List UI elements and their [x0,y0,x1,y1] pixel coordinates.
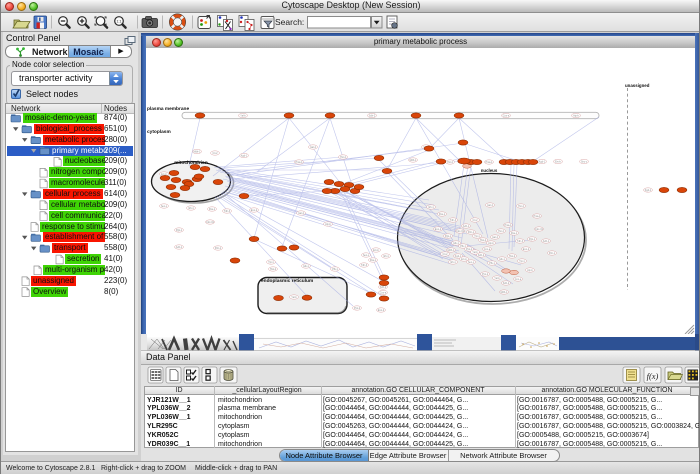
svg-text:Tpi-1: Tpi-1 [519,260,525,263]
svg-text:Kgd-1: Kgd-1 [645,189,652,192]
svg-text:Pgk-1: Pgk-1 [529,238,536,241]
svg-text:Fba-1: Fba-1 [511,232,518,235]
svg-text:Idh-1: Idh-1 [188,207,194,210]
svg-text:Fba-1: Fba-1 [209,208,216,211]
svg-text:Tdh-3: Tdh-3 [450,219,457,222]
svg-text:Sdh-2: Sdh-2 [478,254,485,257]
svg-text:Adh-1: Adh-1 [543,240,550,243]
svg-text:Sdh-2: Sdh-2 [380,286,387,289]
svg-text:endoplasmic reticulum: endoplasmic reticulum [261,278,313,284]
svg-text:Hxt-4: Hxt-4 [498,230,504,233]
svg-text:f(x): f(x) [647,371,659,381]
svg-text:Sec-c: Sec-c [161,205,168,208]
svg-text:Erv-b: Erv-b [461,258,467,261]
svg-text:plasma membrane: plasma membrane [147,106,189,112]
svg-text:Tdh-3: Tdh-3 [361,264,368,267]
svg-text:Hxt-4: Hxt-4 [340,156,346,159]
svg-text:Fba-1: Fba-1 [439,213,446,216]
svg-text:Pma-1: Pma-1 [533,215,541,218]
svg-text:cytoplasm: cytoplasm [147,129,171,135]
svg-text:Mdh-1: Mdh-1 [501,291,508,294]
svg-text:Cit-2: Cit-2 [442,253,448,256]
svg-text:Yal-b: Yal-b [240,114,246,117]
svg-text:Cox-a: Cox-a [503,114,510,117]
svg-text:Atp-b: Atp-b [527,269,533,272]
svg-text:Gal-2: Gal-2 [298,212,305,215]
svg-text:Pma-1: Pma-1 [295,161,303,164]
svg-text:Pdc-1: Pdc-1 [215,247,222,250]
svg-text:Atp-b: Atp-b [573,114,579,117]
svg-text:Pfk-1: Pfk-1 [489,262,495,265]
svg-text:Glk-1: Glk-1 [499,258,505,261]
svg-text:Pfk-1: Pfk-1 [332,268,338,271]
svg-text:Fba-1: Fba-1 [370,259,377,262]
svg-text:Cdc-19: Cdc-19 [206,221,214,224]
svg-text:Atp-b: Atp-b [325,223,331,226]
svg-text:Eno-2: Eno-2 [523,248,530,251]
svg-text:Hxt-4: Hxt-4 [518,205,524,208]
svg-text:Tdh-3: Tdh-3 [224,210,231,213]
svg-text:Kgd-1: Kgd-1 [539,160,546,163]
svg-text:nucleus: nucleus [481,168,498,173]
svg-text:1:1: 1:1 [117,20,122,24]
svg-text:Eno-2: Eno-2 [435,228,442,231]
svg-text:Sec-c: Sec-c [363,254,370,257]
svg-text:Adh-1: Adh-1 [463,225,470,228]
svg-text:Pdc-1: Pdc-1 [549,252,556,255]
svg-text:Idh-1: Idh-1 [383,255,389,258]
svg-text:Hxt-4: Hxt-4 [447,161,453,164]
svg-text:Pyk-2: Pyk-2 [482,273,489,276]
svg-text:Cit-2: Cit-2 [472,219,478,222]
svg-text:Yal-b: Yal-b [494,277,500,280]
svg-text:Cox-a: Cox-a [380,291,387,294]
svg-text:Gal-2: Gal-2 [492,236,499,239]
svg-text:Cox-a: Cox-a [515,278,522,281]
svg-text:Gal-2: Gal-2 [310,146,317,149]
svg-text:Gal-2: Gal-2 [487,204,494,207]
svg-text:Tdh-3: Tdh-3 [517,240,524,243]
svg-text:Idh-1: Idh-1 [450,261,456,264]
svg-text:Erv-b: Erv-b [373,249,379,252]
svg-text:Pdc-1: Pdc-1 [468,231,475,234]
svg-text:Adh-1: Adh-1 [176,246,183,249]
svg-text:Idh-1: Idh-1 [428,206,434,209]
svg-text:Pgk-1: Pgk-1 [445,235,452,238]
svg-text:Hxk-2: Hxk-2 [270,268,277,271]
svg-text:Search:: Search: [275,17,304,27]
svg-text:Mdh-1: Mdh-1 [410,159,417,162]
svg-text:Atp-b: Atp-b [488,242,494,245]
svg-text:Cdc-19: Cdc-19 [535,228,543,231]
svg-text:Sec-c: Sec-c [581,160,588,163]
svg-text:Sdh-2: Sdh-2 [503,282,510,285]
svg-text:Kgd-1: Kgd-1 [241,154,248,157]
svg-text:Pgk-1: Pgk-1 [176,229,183,232]
svg-text:unassigned: unassigned [625,83,650,88]
svg-text:Pyk-2: Pyk-2 [354,307,361,310]
svg-text:Erv-b: Erv-b [555,160,561,163]
svg-text:Hxk-2: Hxk-2 [509,255,516,258]
svg-text:Mdh-1: Mdh-1 [194,150,201,153]
svg-text:Eno-2: Eno-2 [378,309,385,312]
svg-text:Tpi-1: Tpi-1 [268,261,274,264]
svg-text:Mdh-1: Mdh-1 [448,249,455,252]
svg-text:Glk-1: Glk-1 [453,242,459,245]
svg-text:Tpi-1: Tpi-1 [474,235,480,238]
svg-text:Hxk-2: Hxk-2 [480,239,487,242]
svg-text:Cox-a: Cox-a [484,248,491,251]
svg-text:Glk-1: Glk-1 [303,265,309,268]
svg-text:Sdh-2: Sdh-2 [369,114,376,117]
svg-text:Yal-b: Yal-b [291,296,297,299]
svg-text:Cit-2: Cit-2 [212,152,218,155]
svg-text:Pma-1: Pma-1 [504,224,512,227]
svg-text:mitochondrion: mitochondrion [174,160,208,166]
svg-text:Sec-c: Sec-c [468,261,475,264]
svg-text:Eno-2: Eno-2 [251,209,258,212]
svg-text:Pma-1: Pma-1 [485,161,493,164]
svg-text:Cdc-19: Cdc-19 [456,230,464,233]
